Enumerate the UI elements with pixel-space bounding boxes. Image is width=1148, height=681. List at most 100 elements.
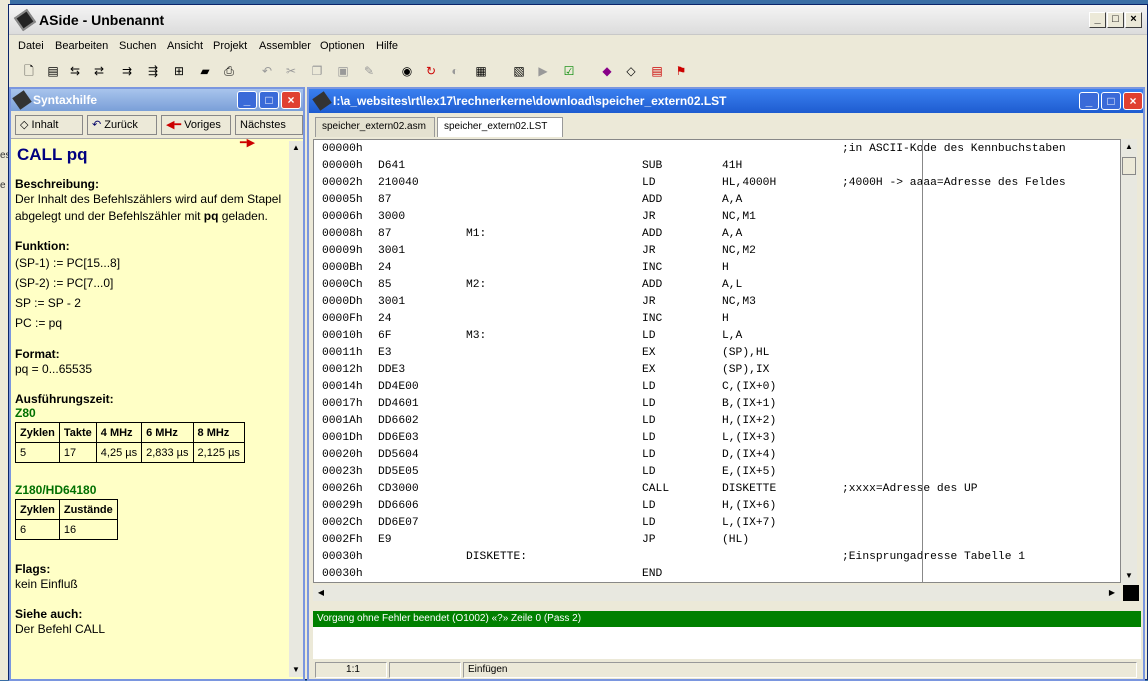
book-icon[interactable]: ◆ (599, 63, 615, 79)
line-operand: H,(IX+2) (722, 415, 777, 427)
folder-icon[interactable]: ▰ (197, 63, 213, 79)
copy-icon[interactable]: ❐ (309, 63, 325, 79)
line-operand: E,(IX+5) (722, 466, 777, 478)
line-address: 00005h (322, 194, 363, 206)
line-opcode: DD6606 (378, 500, 419, 512)
scroll-up-icon[interactable]: ▲ (289, 141, 303, 155)
status-bar: 1:1 Einfügen (313, 661, 1141, 679)
inhalt-button[interactable]: ◇ Inhalt (15, 115, 83, 135)
syntax-help-panel: Syntaxhilfe _ □ × ◇ Inhalt ↶ Zurück ◀━ V… (9, 87, 305, 681)
new-file-icon[interactable]: 🗋 (21, 63, 37, 79)
line-mnemonic: JR (642, 245, 656, 257)
new-doc-icon[interactable]: ▤ (45, 63, 61, 79)
open-project-icon[interactable]: ⇄ (91, 63, 107, 79)
line-address: 0002Fh (322, 534, 363, 546)
line-operand: H,(IX+6) (722, 500, 777, 512)
horizontal-scrollbar[interactable]: ◀ ▶ (313, 585, 1121, 601)
undo-icon[interactable]: ↶ (259, 63, 275, 79)
edit-icon[interactable]: ✎ (361, 63, 377, 79)
scroll-down-icon[interactable]: ▼ (289, 663, 303, 677)
flags-text: kein Einfluß (15, 577, 78, 591)
check-icon[interactable]: ☑ (561, 63, 577, 79)
eraser-icon[interactable]: ◇ (623, 63, 639, 79)
table-cell: Zyklen (15, 422, 60, 443)
line-opcode: DD5E05 (378, 466, 419, 478)
minimize-button[interactable]: _ (1079, 92, 1099, 110)
line-opcode: DD4601 (378, 398, 419, 410)
maximize-button[interactable]: □ (1101, 92, 1121, 110)
zurueck-button[interactable]: ↶ Zurück (87, 115, 157, 135)
save-all-icon[interactable]: ⇶ (145, 63, 161, 79)
line-address: 0001Ah (322, 415, 363, 427)
menu-suchen[interactable]: Suchen (119, 40, 156, 52)
line-operand: H (722, 262, 729, 274)
save-as-icon[interactable]: ⊞ (171, 63, 187, 79)
close-button[interactable]: × (281, 91, 301, 109)
syntax-scrollbar[interactable]: ▲ ▼ (289, 141, 303, 677)
save-icon[interactable]: ⇉ (119, 63, 135, 79)
menu-projekt[interactable]: Projekt (213, 40, 247, 52)
line-opcode: 3001 (378, 245, 406, 257)
scroll-left-icon[interactable]: ◀ (314, 586, 328, 600)
menu-ansicht[interactable]: Ansicht (167, 40, 203, 52)
open-icon[interactable]: ⇆ (67, 63, 83, 79)
menu-assembler[interactable]: Assembler (259, 40, 311, 52)
line-label: DISKETTE: (466, 551, 528, 563)
message-bar: Vorgang ohne Fehler beendet (O1002) «?» … (313, 611, 1141, 627)
menu-optionen[interactable]: Optionen (320, 40, 365, 52)
line-address: 0000Ch (322, 279, 363, 291)
scroll-up-icon[interactable]: ▲ (1122, 140, 1136, 154)
find-next-icon[interactable]: ◐ (447, 63, 463, 79)
line-address: 00002h (322, 177, 363, 189)
close-button[interactable]: × (1123, 92, 1143, 110)
code-editor[interactable]: 00000h ;in ASCII-Kode des Kennbuchstaben 0… (313, 139, 1121, 583)
naechstes-button[interactable]: Nächstes ━▶ (235, 115, 303, 149)
funktion-label-text: Funktion (15, 239, 66, 253)
vertical-scrollbar[interactable]: ▲ ▼ (1121, 139, 1137, 585)
line-opcode: DD6E03 (378, 432, 419, 444)
line-opcode: E9 (378, 534, 392, 546)
cut-icon[interactable]: ✂ (283, 63, 299, 79)
run-icon[interactable]: ▶ (535, 63, 551, 79)
line-operand: C,(IX+0) (722, 381, 777, 393)
find-icon[interactable]: ◉ (399, 63, 415, 79)
scroll-right-icon[interactable]: ▶ (1105, 586, 1119, 600)
assemble-icon[interactable]: ▧ (511, 63, 527, 79)
maximize-button[interactable]: □ (1107, 12, 1124, 28)
arrow-left-icon: ◀━ (166, 119, 185, 131)
tab-asm[interactable]: speicher_extern02.asm (315, 117, 435, 137)
z80-label: Z80 (15, 406, 36, 420)
line-opcode: DD5604 (378, 449, 419, 461)
minimize-button[interactable]: _ (1089, 12, 1106, 28)
line-comment: ;4000H -> aaaa=Adresse des Feldes (842, 177, 1066, 189)
table-cell: 6 (15, 519, 60, 540)
line-opcode: 85 (378, 279, 392, 291)
menu-hilfe[interactable]: Hilfe (376, 40, 398, 52)
table-cell: 2,125 µs (192, 442, 245, 463)
line-address: 00030h (322, 568, 363, 580)
beschreibung-label-text: Beschreibung (15, 177, 96, 191)
minimize-button[interactable]: _ (237, 91, 257, 109)
voriges-button[interactable]: ◀━ Voriges (161, 115, 231, 135)
help-index-icon[interactable]: ▤ (649, 63, 665, 79)
line-operand: NC,M1 (722, 211, 756, 223)
tab-lst[interactable]: speicher_extern02.LST (437, 117, 563, 137)
close-button[interactable]: × (1125, 12, 1142, 28)
print-icon[interactable]: ⎙ (221, 63, 237, 79)
syntax-help-titlebar: Syntaxhilfe _ □ × (11, 89, 303, 111)
paste-icon[interactable]: ▣ (335, 63, 351, 79)
goto-icon[interactable]: ▦ (473, 63, 489, 79)
help-context-icon[interactable]: ⚑ (673, 63, 689, 79)
line-opcode: DD4E00 (378, 381, 419, 393)
scroll-thumb[interactable] (1122, 157, 1136, 175)
status-empty (389, 662, 461, 678)
menu-datei[interactable]: Datei (18, 40, 44, 52)
scroll-down-icon[interactable]: ▼ (1122, 569, 1136, 583)
line-operand: (SP),IX (722, 364, 770, 376)
syntax-help-nav: ◇ Inhalt ↶ Zurück ◀━ Voriges Nächstes ━▶ (11, 111, 303, 149)
maximize-button[interactable]: □ (259, 91, 279, 109)
main-window: ASide - Unbenannt _ □ × Datei Bearbeiten… (8, 4, 1148, 681)
menu-bearbeiten[interactable]: Bearbeiten (55, 40, 108, 52)
replace-icon[interactable]: ↻ (423, 63, 439, 79)
table-row: Zyklen Zustände (15, 499, 118, 520)
